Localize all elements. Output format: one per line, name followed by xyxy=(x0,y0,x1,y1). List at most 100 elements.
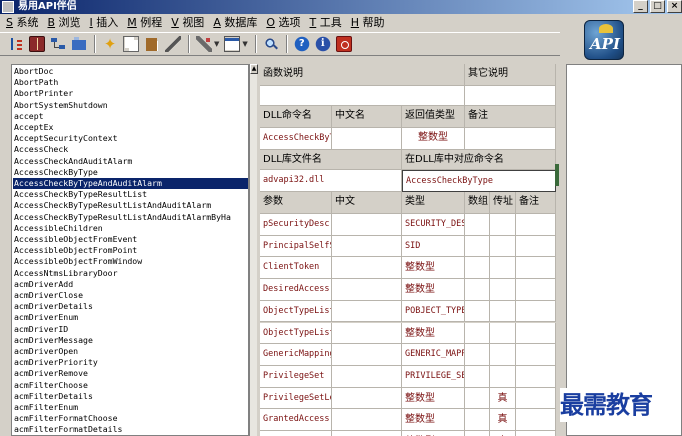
list-item[interactable]: acmDriverDetails xyxy=(13,301,248,312)
param-cn-cell[interactable] xyxy=(332,235,402,258)
param-cn-cell[interactable] xyxy=(332,214,402,236)
list-item[interactable]: AccessibleObjectFromEvent xyxy=(13,234,248,245)
param-array-cell[interactable] xyxy=(465,257,490,280)
list-item[interactable]: AbortSystemShutdown xyxy=(13,100,248,111)
list-item[interactable]: acmFilterDetails xyxy=(13,391,248,402)
menu-item[interactable]: O 选项 xyxy=(266,15,300,31)
param-name-cell[interactable]: DesiredAccess xyxy=(260,279,332,301)
copy-icon[interactable] xyxy=(123,36,139,52)
tool-icon[interactable] xyxy=(196,36,212,52)
scroll-up-arrow-icon[interactable]: ▲ xyxy=(250,64,258,74)
param-name-cell[interactable]: pSecurityDescriptor xyxy=(260,214,332,236)
param-byref-cell[interactable]: 真 xyxy=(490,409,516,431)
param-type-cell[interactable]: 整数型 xyxy=(402,257,465,280)
param-name-cell[interactable]: PrivilegeSet xyxy=(260,365,332,388)
param-remark-cell[interactable] xyxy=(516,235,556,258)
list-item[interactable]: acmFilterFormatChoose xyxy=(13,413,248,424)
param-byref-cell[interactable]: 真 xyxy=(490,387,516,410)
param-remark-cell[interactable] xyxy=(516,300,556,323)
list-item[interactable]: AccessCheckByTypeResultListAndAuditAlarm… xyxy=(13,212,248,223)
param-remark-cell[interactable] xyxy=(516,344,556,366)
param-byref-cell[interactable] xyxy=(490,300,516,323)
search-icon[interactable] xyxy=(262,36,279,52)
list-item[interactable]: AcceptSecurityContext xyxy=(13,133,248,144)
return-type-value[interactable]: 整数型 xyxy=(402,128,465,150)
api-function-list[interactable]: AbortDoc AbortPath AbortPrinter AbortSystem… xyxy=(11,64,249,436)
param-remark-cell[interactable] xyxy=(516,257,556,280)
list-item[interactable]: acmDriverOpen xyxy=(13,346,248,357)
param-cn-cell[interactable] xyxy=(332,365,402,388)
param-cn-cell[interactable] xyxy=(332,431,402,436)
param-cn-cell[interactable] xyxy=(332,387,402,410)
window-dropdown-arrow-icon[interactable]: ▼ xyxy=(242,40,247,48)
menu-item[interactable]: B 浏览 xyxy=(47,15,80,31)
list-item[interactable]: AccessCheckByType xyxy=(13,167,248,178)
param-type-cell[interactable]: 整数型 xyxy=(402,387,465,410)
param-byref-cell[interactable] xyxy=(490,344,516,366)
list-item[interactable]: AccessibleChildren xyxy=(13,223,248,234)
param-array-cell[interactable] xyxy=(465,322,490,345)
maximize-button[interactable]: □ xyxy=(650,0,665,13)
list-item[interactable]: acmDriverRemove xyxy=(13,368,248,379)
param-array-cell[interactable] xyxy=(465,409,490,431)
menu-item[interactable]: V 视图 xyxy=(171,15,204,31)
book-icon[interactable] xyxy=(29,36,45,52)
list-item[interactable]: acmFilterEnum xyxy=(13,402,248,413)
list-item[interactable]: AccessibleObjectFromPoint xyxy=(13,245,248,256)
list-item[interactable]: accept xyxy=(13,111,248,122)
param-cn-cell[interactable] xyxy=(332,300,402,323)
list-item[interactable]: AccessNtmsLibraryDoor xyxy=(13,268,248,279)
minimize-button[interactable]: _ xyxy=(633,0,648,13)
tabs-icon[interactable] xyxy=(71,36,87,52)
list-item[interactable]: acmDriverPriority xyxy=(13,357,248,368)
list-item[interactable]: acmDriverAdd xyxy=(13,279,248,290)
menu-item[interactable]: A 数据库 xyxy=(213,15,257,31)
sort-icon[interactable] xyxy=(8,36,24,52)
param-remark-cell[interactable] xyxy=(516,365,556,388)
list-item[interactable]: AccessCheckAndAuditAlarm xyxy=(13,156,248,167)
param-name-cell[interactable]: ObjectTypeListLength xyxy=(260,322,332,345)
param-name-cell[interactable]: GrantedAccess xyxy=(260,409,332,431)
list-item[interactable]: AcceptEx xyxy=(13,122,248,133)
list-item[interactable]: acmDriverMessage xyxy=(13,335,248,346)
star-icon[interactable]: ✦ xyxy=(102,36,118,52)
param-array-cell[interactable] xyxy=(465,365,490,388)
param-type-cell[interactable]: SECURITY_DESCRIPTOR xyxy=(402,214,465,236)
param-type-cell[interactable]: 整数型 xyxy=(402,279,465,301)
func-desc-field[interactable] xyxy=(260,86,465,106)
param-byref-cell[interactable] xyxy=(490,322,516,345)
param-type-cell[interactable]: SID xyxy=(402,235,465,258)
param-cn-cell[interactable] xyxy=(332,279,402,301)
list-item[interactable]: acmFilterFormatDetails xyxy=(13,424,248,435)
list-item[interactable]: acmFilterChoose xyxy=(13,380,248,391)
tool-dropdown-arrow-icon[interactable]: ▼ xyxy=(214,40,219,48)
brush-icon[interactable] xyxy=(165,36,181,52)
param-name-cell[interactable]: AccessStatus xyxy=(260,431,332,436)
param-type-cell[interactable]: 整数型 xyxy=(402,431,465,436)
remark-value[interactable] xyxy=(465,128,556,150)
list-item[interactable]: AccessCheck xyxy=(13,144,248,155)
param-array-cell[interactable] xyxy=(465,279,490,301)
param-remark-cell[interactable] xyxy=(516,431,556,436)
help-icon[interactable]: ? xyxy=(293,36,310,52)
list-item[interactable]: AbortPath xyxy=(13,77,248,88)
param-name-cell[interactable]: PrivilegeSetLength xyxy=(260,387,332,410)
param-type-cell[interactable]: PRIVILEGE_SET xyxy=(402,365,465,388)
paste-icon[interactable] xyxy=(144,36,160,52)
close-button[interactable]: × xyxy=(667,0,682,13)
param-remark-cell[interactable] xyxy=(516,409,556,431)
param-array-cell[interactable] xyxy=(465,431,490,436)
menu-item[interactable]: I 插入 xyxy=(90,15,119,31)
param-type-cell[interactable]: 整数型 xyxy=(402,322,465,345)
list-item[interactable]: AccessCheckByTypeResultListAndAuditAlarm xyxy=(13,200,248,211)
window-icon[interactable] xyxy=(224,36,241,52)
param-name-cell[interactable]: GenericMapping xyxy=(260,344,332,366)
cn-name-value[interactable] xyxy=(332,128,402,150)
param-remark-cell[interactable] xyxy=(516,279,556,301)
param-array-cell[interactable] xyxy=(465,214,490,236)
list-item[interactable]: AccessCheckByTypeAndAuditAlarm xyxy=(13,178,248,190)
list-item[interactable]: AccessibleObjectFromWindow xyxy=(13,256,248,267)
list-item[interactable]: AbortPrinter xyxy=(13,88,248,99)
dll-file-value[interactable]: advapi32.dll xyxy=(260,170,402,192)
list-item[interactable]: AbortDoc xyxy=(13,66,248,77)
